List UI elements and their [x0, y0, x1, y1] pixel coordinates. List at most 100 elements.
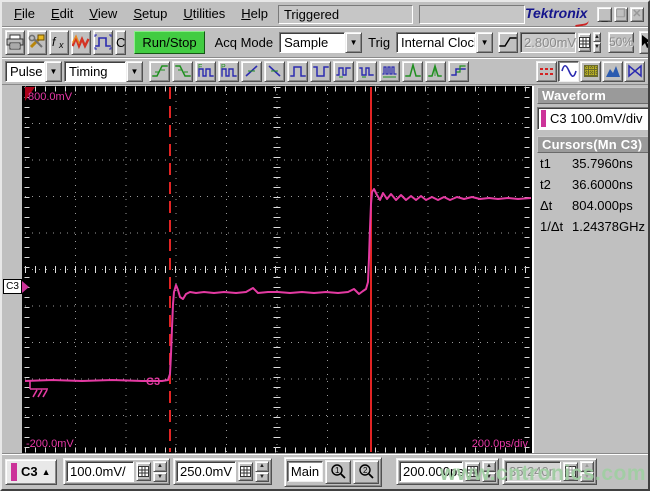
trig-source-select[interactable]: Internal Clock ▼: [396, 31, 494, 53]
clear-button[interactable]: C: [115, 29, 127, 55]
menu-help[interactable]: Help: [233, 4, 276, 24]
zoom-1-button[interactable]: 1: [325, 459, 351, 484]
keypad-icon[interactable]: [578, 32, 592, 52]
measure-fall-time-button[interactable]: [172, 60, 193, 82]
tools-icon: [28, 34, 45, 49]
measure-negative-width-button[interactable]: [310, 60, 331, 82]
vertical-offset-field[interactable]: 250.0mV: [176, 461, 236, 482]
keypad-icon[interactable]: [465, 462, 480, 481]
channel-color-bar: [11, 462, 17, 481]
measure-negative-crossing-button[interactable]: [264, 60, 285, 82]
waveform-icon: [560, 64, 577, 78]
minimize-button[interactable]: _: [597, 6, 612, 23]
math-fx-icon: f x: [52, 35, 64, 50]
burst-width-icon: [381, 66, 397, 78]
measure-rise-time-button[interactable]: [149, 60, 170, 82]
print-button[interactable]: [5, 29, 25, 55]
context-help-button[interactable]: ?: [639, 30, 648, 54]
measure-category-select[interactable]: Pulse ▼: [5, 60, 62, 82]
positive-duty-cycle-icon: [335, 67, 351, 78]
measure-burst-width-button[interactable]: [379, 60, 400, 82]
measure-positive-crossing-button[interactable]: [241, 60, 262, 82]
pulse-define-button[interactable]: [93, 29, 113, 55]
chevron-down-icon[interactable]: ▼: [45, 60, 62, 82]
measure-period-button[interactable]: P: [218, 60, 239, 82]
delay-icon: [450, 65, 466, 76]
application-window: File Edit View Setup Utilities Help Trig…: [0, 0, 650, 491]
menu-edit[interactable]: Edit: [43, 4, 81, 24]
trigger-status: Triggered: [277, 4, 413, 24]
vertical-scale-stepper[interactable]: ▲ ▼: [153, 461, 167, 482]
waveform-database-button[interactable]: [71, 29, 91, 55]
menu-setup[interactable]: Setup: [125, 4, 175, 24]
horizontal-scale-field[interactable]: 200.000ps: [399, 461, 464, 482]
marker-arrow-icon: [22, 280, 29, 293]
keypad-icon[interactable]: [563, 462, 578, 481]
math-fx-button[interactable]: f x: [49, 29, 69, 55]
trigger-level-stepper[interactable]: ▲ ▼: [593, 31, 601, 53]
cursor-readout-row: Δt 804.000ps: [540, 198, 633, 213]
channel-select-button[interactable]: C3 ▲: [5, 458, 57, 485]
menu-utilities[interactable]: Utilities: [175, 4, 233, 24]
cursor-readout-row: 1/Δt 1.24378GHz: [540, 219, 645, 234]
graticule-icon: [583, 65, 598, 77]
svg-text:2: 2: [363, 466, 368, 475]
restore-button[interactable]: ❐: [613, 6, 628, 22]
measure-positive-width-button[interactable]: [287, 60, 308, 82]
measure-negative-pulse-button[interactable]: [425, 60, 446, 82]
measure-delay-button[interactable]: [448, 60, 469, 82]
histogram-display-button[interactable]: [602, 60, 623, 82]
close-button[interactable]: ✕: [629, 6, 644, 22]
main-toolbar: f x C Run/Stop Acq Mode Sample ▼ Trig In…: [2, 27, 648, 58]
negative-duty-cycle-icon: [358, 67, 374, 78]
vertical-offset-stepper[interactable]: ▲ ▼: [255, 461, 269, 482]
chevron-down-icon[interactable]: ▼: [126, 60, 143, 82]
negative-crossing-icon: [267, 65, 281, 77]
negative-width-icon: [312, 66, 329, 77]
measure-frequency-button[interactable]: F: [195, 60, 216, 82]
waveform-plot[interactable]: 800.0mV -200.0mV 200.0ps/div C3: [22, 86, 534, 453]
vertical-scale-field[interactable]: 100.0mV/: [66, 461, 134, 482]
menu-file[interactable]: File: [6, 4, 43, 24]
run-stop-button[interactable]: Run/Stop: [134, 30, 205, 54]
menu-view[interactable]: View: [81, 4, 125, 24]
tektronix-logo: Tektronix: [525, 5, 590, 27]
menubar: File Edit View Setup Utilities Help Trig…: [2, 2, 648, 27]
keypad-icon[interactable]: [136, 462, 151, 481]
horizontal-scale-stepper[interactable]: ▲ ▼: [482, 461, 496, 482]
spinner-down-icon[interactable]: ▼: [593, 42, 601, 53]
tools-button[interactable]: [27, 29, 47, 55]
zoom-2-button[interactable]: 2: [353, 459, 379, 484]
waveform-channel-item[interactable]: C3 100.0mV/div: [537, 107, 648, 130]
bottom-control-bar: C3 ▲ 100.0mV/ ▲ ▼ 250.0mV ▲ ▼ Main 1 2 2…: [2, 453, 648, 489]
chevron-down-icon[interactable]: ▼: [345, 31, 363, 53]
measure-negative-duty-cycle-button[interactable]: [356, 60, 377, 82]
trigger-slope-button[interactable]: [498, 31, 519, 53]
main-view-button[interactable]: Main: [287, 461, 323, 482]
set-fifty-percent-button[interactable]: 50%: [608, 31, 635, 53]
spinner-up-icon[interactable]: ▲: [593, 31, 601, 42]
bottom-scale-label: -200.0mV: [26, 438, 74, 450]
vertical-offset-group: 250.0mV ▲ ▼: [173, 458, 272, 485]
keypad-icon[interactable]: [238, 462, 253, 481]
channel-position-marker[interactable]: C3: [3, 279, 29, 294]
cursors-icon: [539, 68, 554, 75]
measure-positive-pulse-button[interactable]: [402, 60, 423, 82]
mask-display-button[interactable]: [624, 60, 645, 82]
acq-mode-select[interactable]: Sample ▼: [279, 31, 363, 53]
measure-positive-duty-cycle-button[interactable]: [333, 60, 354, 82]
display-area: 800.0mV -200.0mV 200.0ps/div C3 C3 Wavef…: [2, 85, 648, 457]
vertical-scale-group: 100.0mV/ ▲ ▼: [63, 458, 170, 485]
top-scale-label: 800.0mV: [28, 91, 73, 103]
trace-channel-label: C3: [146, 376, 160, 388]
ground-reference-icon: [29, 381, 48, 398]
print-icon: [6, 34, 24, 50]
cursors-display-button[interactable]: [536, 60, 557, 82]
waveform-display-button[interactable]: [558, 60, 579, 82]
graticule-display-button[interactable]: [580, 60, 601, 82]
logo-swoosh-icon: [575, 20, 590, 27]
measure-class-select[interactable]: Timing ▼: [64, 60, 143, 82]
chevron-down-icon[interactable]: ▼: [476, 31, 494, 53]
magnifier-2-icon: 2: [358, 464, 374, 479]
context-help-icon: ?: [642, 35, 648, 48]
